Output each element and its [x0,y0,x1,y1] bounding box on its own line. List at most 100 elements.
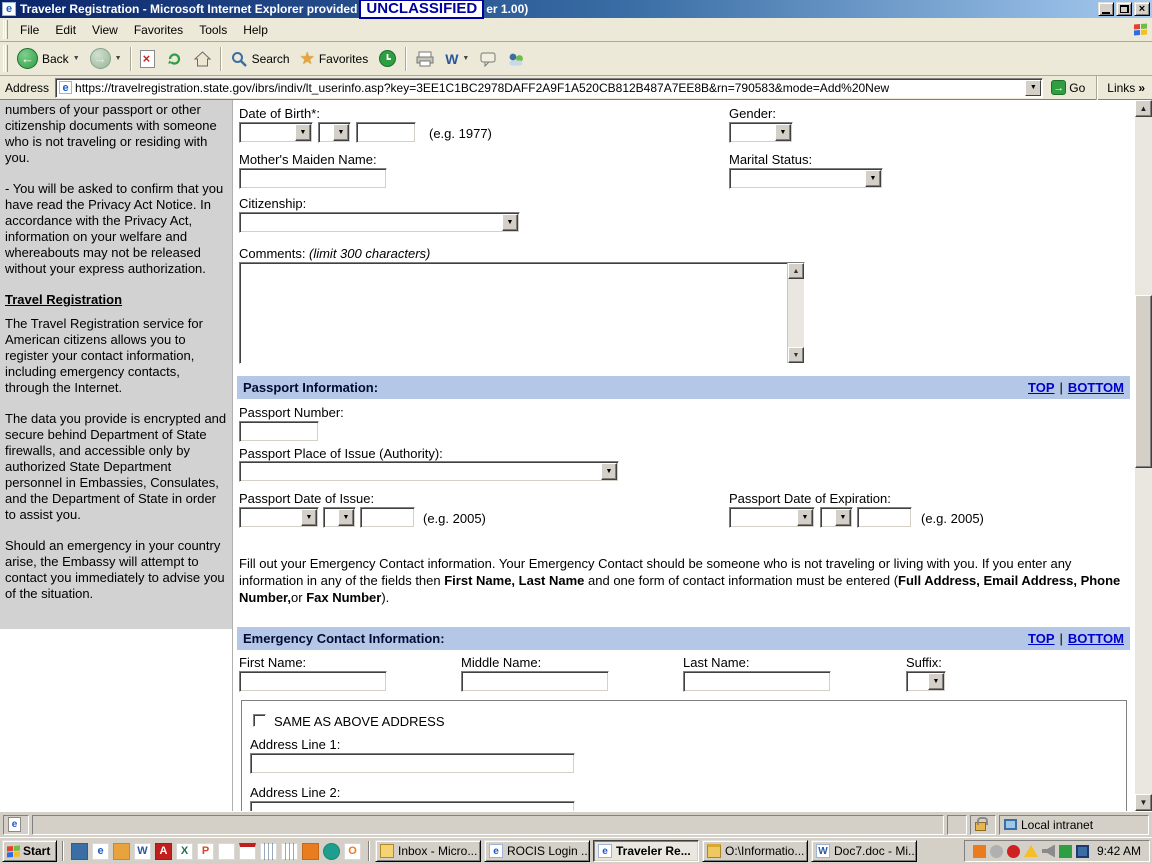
toolbar-gripper[interactable] [3,20,8,38]
passport-place-of-issue-select[interactable]: ▼ [239,461,619,482]
quicklaunch-icon[interactable] [218,843,235,860]
quicklaunch-acrobat-icon[interactable]: A [155,843,172,860]
chevron-down-icon[interactable]: ▼ [301,509,317,526]
quicklaunch-calendar-icon[interactable] [239,843,256,860]
vertical-scrollbar[interactable]: ▲ ▼ [1135,100,1152,811]
scroll-down-button[interactable]: ▼ [1135,794,1152,811]
dob-year-input[interactable] [356,122,416,143]
quicklaunch-internet-explorer-icon[interactable]: e [92,843,109,860]
scroll-up-button[interactable]: ▲ [1135,100,1152,117]
same-address-checkbox[interactable] [253,714,266,727]
chevron-down-icon[interactable]: ▼ [601,463,617,480]
tray-volume-icon[interactable] [1042,845,1055,858]
address-input[interactable]: e https://travelregistration.state.gov/i… [55,78,1043,98]
bottom-link[interactable]: BOTTOM [1068,380,1124,395]
issue-day-select[interactable]: ▼ [323,507,356,528]
quicklaunch-icon[interactable]: O [344,843,361,860]
quicklaunch-icon[interactable] [323,843,340,860]
task-button-traveler-active[interactable]: e Traveler Re... [593,840,699,862]
task-button-doc7[interactable]: W Doc7.doc - Mi... [811,840,917,862]
menu-help[interactable]: Help [235,20,276,40]
marital-status-select[interactable]: ▼ [729,168,883,189]
start-button[interactable]: Start [2,840,57,862]
close-button[interactable]: × [1134,2,1150,16]
scrollbar-thumb[interactable] [1135,295,1152,468]
home-button[interactable] [188,44,217,74]
restore-button[interactable] [1116,2,1132,16]
comments-textarea[interactable]: ▲ ▼ [239,262,805,364]
go-button[interactable]: → Go [1047,80,1089,95]
favorites-button[interactable]: ★ Favorites [295,44,374,74]
print-button[interactable] [410,44,440,74]
issue-year-input[interactable] [360,507,415,528]
links-overflow-icon[interactable]: » [1138,81,1145,95]
top-link[interactable]: TOP [1028,631,1055,646]
chevron-down-icon[interactable]: ▼ [462,55,469,62]
bottom-link[interactable]: BOTTOM [1068,631,1124,646]
address-line2-input[interactable] [250,801,575,811]
quicklaunch-icon[interactable] [260,843,277,860]
menu-view[interactable]: View [84,20,126,40]
expiration-year-input[interactable] [857,507,912,528]
chevron-down-icon[interactable]: ▼ [115,55,122,62]
history-button[interactable] [373,44,402,74]
gender-select[interactable]: ▼ [729,122,793,143]
search-button[interactable]: Search [225,44,295,74]
textarea-scrollbar[interactable]: ▲ ▼ [787,263,804,363]
passport-number-input[interactable] [239,421,319,442]
citizenship-select[interactable]: ▼ [239,212,520,233]
first-name-input[interactable] [239,671,387,692]
dob-day-select[interactable]: ▼ [318,122,351,143]
quicklaunch-icon[interactable] [302,843,319,860]
menu-file[interactable]: File [12,20,47,40]
toolbar-gripper[interactable] [3,45,8,71]
tray-icon[interactable] [1007,845,1020,858]
scroll-up-button[interactable]: ▲ [788,263,804,279]
top-link[interactable]: TOP [1028,380,1055,395]
issue-month-select[interactable]: ▼ [239,507,319,528]
tray-icon[interactable] [1059,845,1072,858]
dob-month-select[interactable]: ▼ [239,122,313,143]
suffix-select[interactable]: ▼ [906,671,946,692]
menu-favorites[interactable]: Favorites [126,20,191,40]
chevron-down-icon[interactable]: ▼ [835,509,851,526]
tray-alert-icon[interactable] [1024,845,1038,857]
menu-edit[interactable]: Edit [47,20,84,40]
expiration-month-select[interactable]: ▼ [729,507,815,528]
scroll-down-button[interactable]: ▼ [788,347,804,363]
messenger-button[interactable] [502,44,530,74]
forward-button[interactable]: → ▼ [85,44,127,74]
discuss-button[interactable] [474,44,502,74]
minimize-button[interactable] [1098,2,1114,16]
tray-icon[interactable] [973,845,986,858]
quicklaunch-show-desktop-icon[interactable] [71,843,88,860]
address-line1-input[interactable] [250,753,575,774]
chevron-down-icon[interactable]: ▼ [775,124,791,141]
chevron-down-icon[interactable]: ▼ [338,509,354,526]
chevron-down-icon[interactable]: ▼ [502,214,518,231]
quicklaunch-word-icon[interactable]: W [134,843,151,860]
quicklaunch-icon[interactable] [281,843,298,860]
chevron-down-icon[interactable]: ▼ [865,170,881,187]
task-button-inbox[interactable]: Inbox - Micro... [375,840,481,862]
quicklaunch-powerpoint-icon[interactable]: P [197,843,214,860]
stop-button[interactable]: × [135,44,160,74]
links-bar[interactable]: Links » [1105,81,1149,95]
middle-name-input[interactable] [461,671,609,692]
refresh-button[interactable] [160,44,188,74]
tray-display-icon[interactable] [1076,845,1089,858]
tray-icon[interactable] [990,845,1003,858]
task-button-folder[interactable]: O:\Informatio... [702,840,808,862]
chevron-down-icon[interactable]: ▼ [295,124,311,141]
chevron-down-icon[interactable]: ▼ [797,509,813,526]
expiration-day-select[interactable]: ▼ [820,507,853,528]
chevron-down-icon[interactable]: ▼ [928,673,944,690]
last-name-input[interactable] [683,671,831,692]
address-dropdown-button[interactable]: ▼ [1025,80,1041,96]
edit-with-word-button[interactable]: W ▼ [440,44,474,74]
chevron-down-icon[interactable]: ▼ [73,55,80,62]
chevron-down-icon[interactable]: ▼ [333,124,349,141]
mothers-maiden-name-input[interactable] [239,168,387,189]
menu-tools[interactable]: Tools [191,20,235,40]
quicklaunch-excel-icon[interactable]: X [176,843,193,860]
